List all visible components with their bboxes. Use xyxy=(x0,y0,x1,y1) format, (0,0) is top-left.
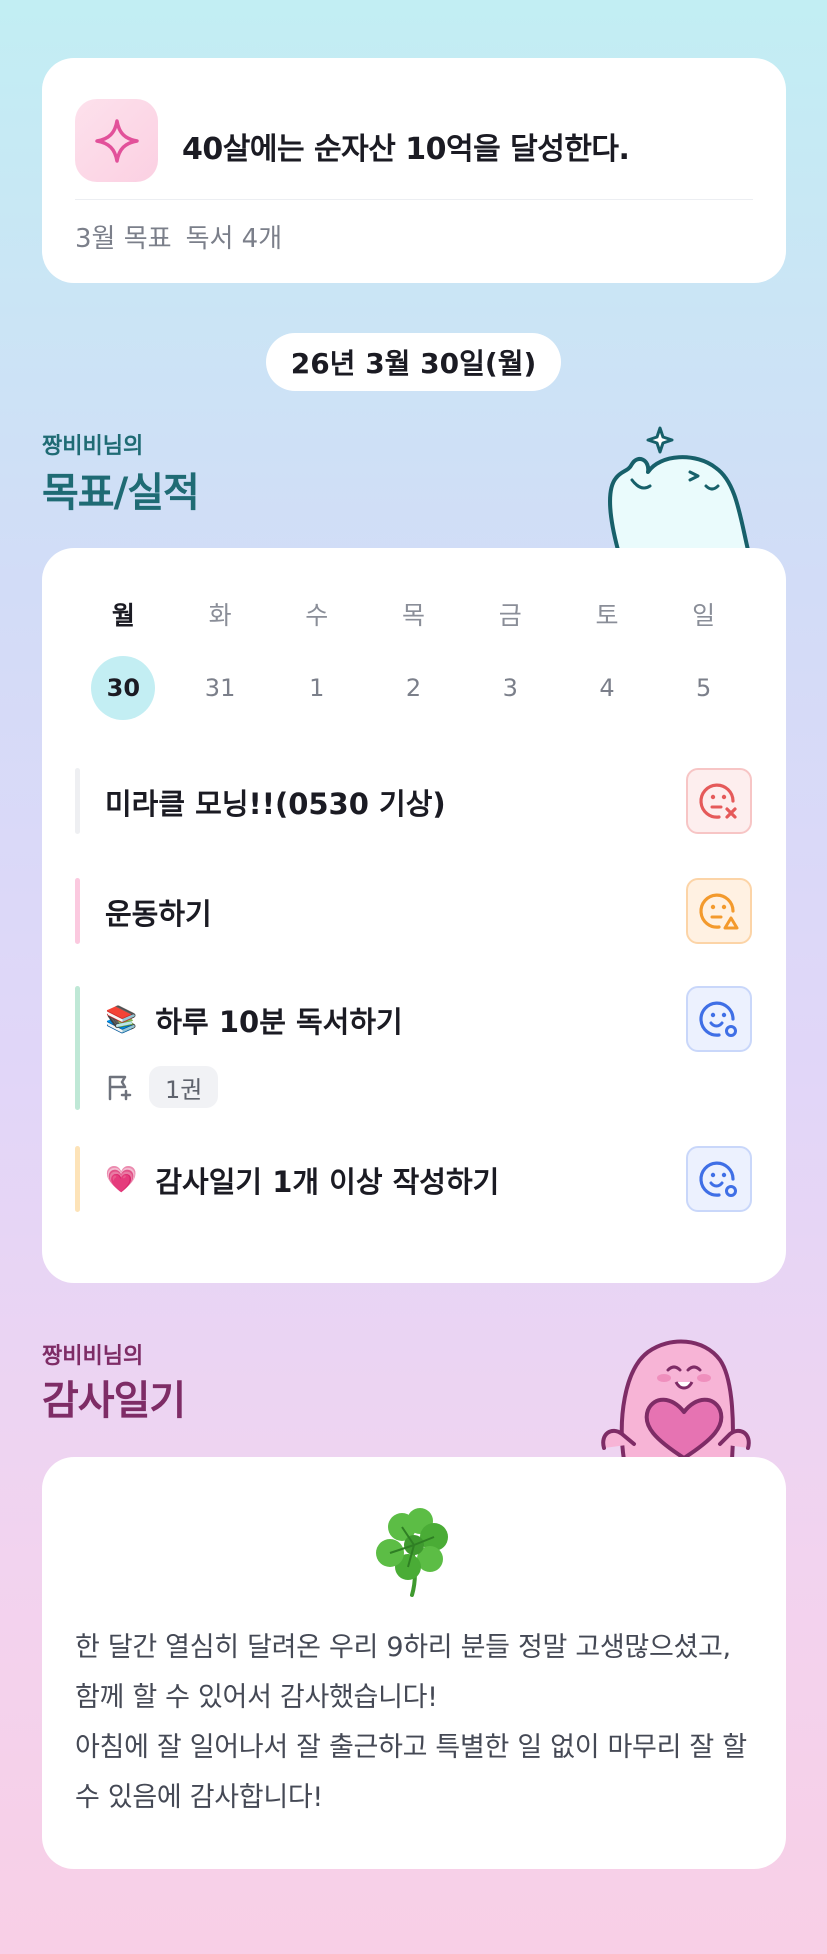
month-label: 3월 목표 xyxy=(75,224,172,254)
weekday-label: 토 xyxy=(595,601,619,630)
date-number: 3 xyxy=(502,674,518,702)
weekday-label: 금 xyxy=(498,601,522,630)
task-color-bar xyxy=(75,878,80,944)
date-row: 30 31 1 2 3 4 5 xyxy=(75,656,752,720)
date-pill[interactable]: 26년 3월 30일(월) xyxy=(266,333,561,391)
task-color-bar xyxy=(75,1146,80,1212)
clover-icon xyxy=(376,1508,448,1597)
mascot-heart-icon xyxy=(601,1339,751,1460)
mascot-ghost-icon xyxy=(608,426,750,550)
gratitude-text-body: 한 달간 열심히 달려온 우리 9하리 분들 정말 고생많으셨고, 함께 할 수… xyxy=(75,1632,747,1813)
date-number: 31 xyxy=(204,674,236,702)
date-number: 30 xyxy=(91,656,156,720)
task-color-bar xyxy=(75,986,80,1110)
date-cell[interactable]: 3 xyxy=(462,656,559,720)
sparkle-icon xyxy=(75,99,158,182)
gratitude-section-subtitle: 짱비비님의 xyxy=(42,1344,144,1369)
weekday-row: 월 화 수 목 금 토 일 xyxy=(75,596,752,632)
flag-icon xyxy=(108,1075,132,1101)
goals-section-title: 목표/실적 xyxy=(42,470,200,516)
task-label: 운동하기 xyxy=(105,897,212,931)
task-item[interactable]: 💗 감사일기 1개 이상 작성하기 xyxy=(75,1146,752,1212)
task-color-bar xyxy=(75,768,80,834)
task-label-row: 💗 감사일기 1개 이상 작성하기 xyxy=(105,1159,499,1201)
smile-circle-icon[interactable] xyxy=(686,1146,752,1212)
goal-card[interactable]: 40살에는 순자산 10억을 달성한다. 3월 목표 독서 4개 xyxy=(42,58,786,283)
weekday-label: 수 xyxy=(305,601,329,630)
date-number: 1 xyxy=(309,674,325,702)
date-cell[interactable]: 1 xyxy=(268,656,365,720)
neutral-triangle-icon[interactable] xyxy=(686,878,752,944)
date-cell[interactable]: 5 xyxy=(655,656,752,720)
date-cell[interactable]: 2 xyxy=(365,656,462,720)
date-number: 5 xyxy=(696,674,712,702)
weekday-label: 화 xyxy=(208,601,232,630)
task-label: 감사일기 1개 이상 작성하기 xyxy=(155,1165,500,1199)
goal-title: 40살에는 순자산 10억을 달성한다. xyxy=(182,132,630,167)
frown-x-icon[interactable] xyxy=(686,768,752,834)
book-count-chip: 1권 xyxy=(149,1066,219,1108)
weekday-label: 월 xyxy=(111,601,135,630)
task-item[interactable]: 📚 하루 10분 독서하기 1권 xyxy=(75,986,752,1110)
monthly-goal: 3월 목표 독서 4개 xyxy=(75,218,282,255)
date-cell[interactable]: 31 xyxy=(172,656,269,720)
task-label-row: 📚 하루 10분 독서하기 xyxy=(105,999,403,1041)
date-cell[interactable]: 4 xyxy=(559,656,656,720)
goals-section-subtitle: 짱비비님의 xyxy=(42,434,144,459)
month-goal-value: 독서 4개 xyxy=(185,224,283,254)
date-cell-selected[interactable]: 30 xyxy=(75,656,172,720)
date-number: 2 xyxy=(405,674,422,702)
books-icon: 📚 xyxy=(105,1005,138,1035)
task-item[interactable]: 미라클 모닝!!(0530 기상) xyxy=(75,768,752,834)
goals-card: 월 화 수 목 금 토 일 30 31 1 2 3 4 5 미라클 모닝!!(0… xyxy=(42,548,786,1283)
weekday-label: 목 xyxy=(402,601,426,630)
gratitude-section-title: 감사일기 xyxy=(42,1378,186,1424)
weekday-label: 일 xyxy=(692,601,716,630)
smile-circle-icon[interactable] xyxy=(686,986,752,1052)
date-number: 4 xyxy=(599,674,615,702)
divider xyxy=(75,199,753,200)
gratitude-text: 한 달간 열심히 달려온 우리 9하리 분들 정말 고생많으셨고, 함께 할 수… xyxy=(75,1623,755,1823)
task-label: 하루 10분 독서하기 xyxy=(155,1005,403,1039)
gratitude-card: 한 달간 열심히 달려온 우리 9하리 분들 정말 고생많으셨고, 함께 할 수… xyxy=(42,1457,786,1869)
heart-icon: 💗 xyxy=(105,1165,138,1195)
task-item[interactable]: 운동하기 xyxy=(75,878,752,944)
task-label: 미라클 모닝!!(0530 기상) xyxy=(105,787,446,821)
